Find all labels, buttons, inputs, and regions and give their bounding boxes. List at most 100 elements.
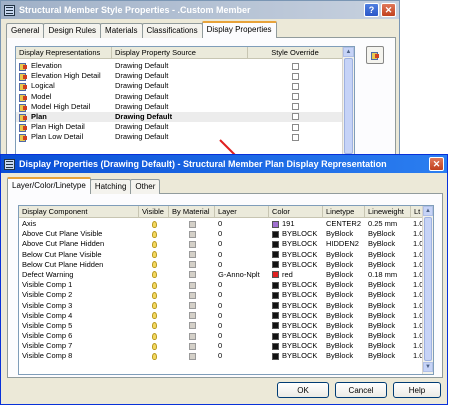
component-row[interactable]: Below Cut Plane Hidden 0 BYBLOCK ByBlock ByB… [19,260,433,270]
close-icon[interactable]: ✕ [381,3,396,17]
linetype-value[interactable]: ByBlock [323,301,365,311]
lineweight-value[interactable]: ByBlock [365,351,411,361]
layer-value[interactable]: 0 [215,229,269,239]
by-material-checkbox[interactable] [188,230,196,238]
style-override-checkbox[interactable] [292,113,299,121]
style-override-checkbox[interactable] [292,93,299,101]
by-material-checkbox[interactable] [188,240,196,248]
color-cell[interactable]: BYBLOCK [269,260,323,270]
col-color[interactable]: Color [269,206,323,217]
linetype-value[interactable]: ByBlock [323,229,365,239]
visibility-bulb-icon[interactable] [151,332,157,340]
linetype-value[interactable]: ByBlock [323,341,365,351]
visibility-bulb-icon[interactable] [151,281,157,289]
layer-value[interactable]: 0 [215,239,269,249]
linetype-value[interactable]: ByBlock [323,270,365,280]
by-material-checkbox[interactable] [188,342,196,350]
visibility-bulb-icon[interactable] [151,230,157,238]
style-properties-titlebar[interactable]: Structural Member Style Properties - .Cu… [1,1,399,19]
linetype-value[interactable]: CENTER2 [323,219,365,229]
col-lineweight[interactable]: Lineweight [365,206,411,217]
lineweight-value[interactable]: ByBlock [365,331,411,341]
by-material-checkbox[interactable] [188,271,196,279]
layer-value[interactable]: 0 [215,280,269,290]
representation-row[interactable]: Elevation High Detail Drawing Default [16,71,354,82]
layer-value[interactable]: 0 [215,250,269,260]
tab-design-rules[interactable]: Design Rules [43,23,102,38]
linetype-value[interactable]: ByBlock [323,331,365,341]
color-cell[interactable]: BYBLOCK [269,331,323,341]
visibility-bulb-icon[interactable] [151,251,157,259]
color-cell[interactable]: BYBLOCK [269,311,323,321]
visibility-bulb-icon[interactable] [151,342,157,350]
representation-row[interactable]: Model Drawing Default [16,92,354,102]
style-override-checkbox[interactable] [292,133,299,141]
layer-value[interactable]: 0 [215,331,269,341]
linetype-value[interactable]: ByBlock [323,351,365,361]
color-cell[interactable]: BYBLOCK [269,351,323,361]
component-row[interactable]: Above Cut Plane Hidden 0 BYBLOCK HIDDEN2 ByB… [19,239,433,249]
component-row[interactable]: Visible Comp 60BYBLOCKByBlockByBlock1.00 [19,331,433,341]
by-material-checkbox[interactable] [188,352,196,360]
color-cell[interactable]: BYBLOCK [269,321,323,331]
lineweight-value[interactable]: ByBlock [365,301,411,311]
color-cell[interactable]: BYBLOCK [269,290,323,300]
by-material-checkbox[interactable] [188,332,196,340]
components-scrollbar[interactable]: ▲ ▼ [422,206,433,374]
layer-value[interactable]: G-Anno-Nplt [215,270,269,280]
component-row[interactable]: Below Cut Plane Visible 0 BYBLOCK ByBlock By… [19,250,433,260]
representation-row[interactable]: Plan High Detail Drawing Default [16,122,354,133]
tab-general[interactable]: General [6,23,45,38]
style-override-checkbox[interactable] [292,72,299,80]
col-style-override[interactable]: Style Override [248,47,343,58]
grid-scrollbar[interactable]: ▲ [342,47,354,171]
layer-value[interactable]: 0 [215,301,269,311]
lineweight-value[interactable]: ByBlock [365,229,411,239]
tab-classifications[interactable]: Classifications [141,23,203,38]
by-material-checkbox[interactable] [188,281,196,289]
color-cell[interactable]: BYBLOCK [269,229,323,239]
col-visible[interactable]: Visible [139,206,169,217]
lineweight-value[interactable]: ByBlock [365,250,411,260]
color-cell[interactable]: 191 [269,219,323,229]
layer-value[interactable]: 0 [215,341,269,351]
edit-display-properties-button[interactable] [366,46,384,64]
representation-row[interactable]: Plan Low Detail Drawing Default [16,132,354,143]
col-linetype[interactable]: Linetype [323,206,365,217]
col-display-component[interactable]: Display Component [19,206,139,217]
tab-other[interactable]: Other [130,179,161,194]
scroll-thumb[interactable] [344,58,353,154]
layer-value[interactable]: 0 [215,311,269,321]
layer-value[interactable]: 0 [215,321,269,331]
lineweight-value[interactable]: ByBlock [365,321,411,331]
lineweight-value[interactable]: ByBlock [365,280,411,290]
layer-value[interactable]: 0 [215,260,269,270]
by-material-checkbox[interactable] [188,251,196,259]
component-row[interactable]: Visible Comp 70BYBLOCKByBlockByBlock1.00 [19,341,433,351]
component-row[interactable]: Visible Comp 20BYBLOCKByBlockByBlock1.00 [19,290,433,300]
linetype-value[interactable]: ByBlock [323,260,365,270]
linetype-value[interactable]: HIDDEN2 [323,239,365,249]
color-cell[interactable]: BYBLOCK [269,301,323,311]
col-by-material[interactable]: By Material [169,206,215,217]
lineweight-value[interactable]: ByBlock [365,260,411,270]
col-display-representations[interactable]: Display Representations [16,47,112,58]
scroll-thumb[interactable] [424,217,432,361]
help-button[interactable]: Help [393,382,441,398]
visibility-bulb-icon[interactable] [151,352,157,360]
tab-hatching[interactable]: Hatching [89,179,132,194]
component-row[interactable]: Visible Comp 30BYBLOCKByBlockByBlock1.00 [19,301,433,311]
layer-value[interactable]: 0 [215,219,269,229]
linetype-value[interactable]: ByBlock [323,280,365,290]
component-row[interactable]: Visible Comp 10BYBLOCKByBlockByBlock1.00 [19,280,433,290]
tab-layer-color-linetype[interactable]: Layer/Color/Linetype [7,177,91,194]
representation-row[interactable]: Plan Drawing Default [16,111,354,123]
tab-materials[interactable]: Materials [100,23,143,38]
linetype-value[interactable]: ByBlock [323,290,365,300]
layer-value[interactable]: 0 [215,290,269,300]
by-material-checkbox[interactable] [188,220,196,228]
color-cell[interactable]: BYBLOCK [269,239,323,249]
close-icon[interactable]: ✕ [429,157,444,171]
representation-row[interactable]: Model High Detail Drawing Default [16,102,354,112]
component-row[interactable]: Visible Comp 40BYBLOCKByBlockByBlock1.00 [19,311,433,321]
